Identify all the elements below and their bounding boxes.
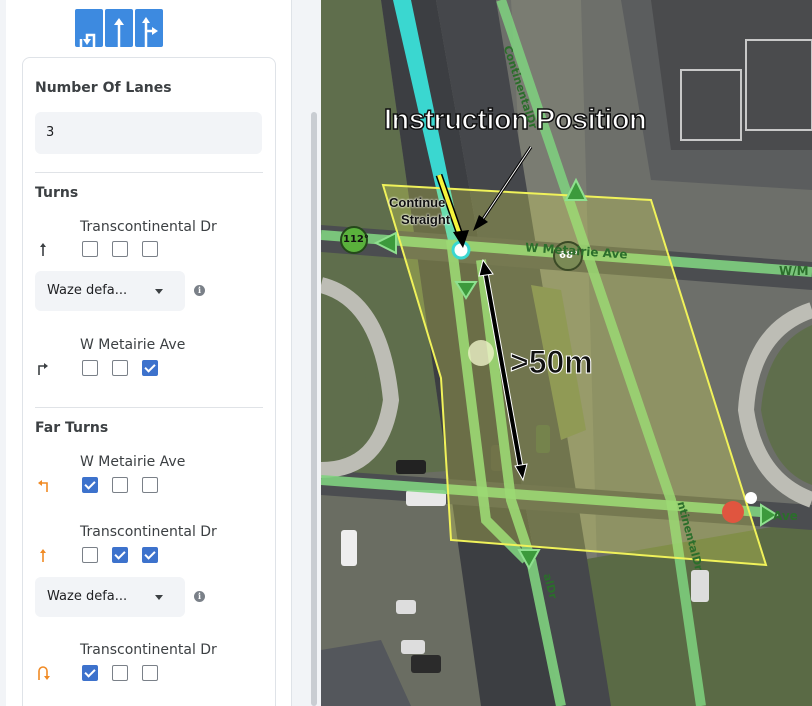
turn-segment-name: W Metairie Ave xyxy=(80,337,186,353)
right-turn-icon xyxy=(38,363,48,375)
far-turn-segment-name: W Metairie Ave xyxy=(80,454,186,470)
uturn-left-lane-icon[interactable] xyxy=(75,9,103,47)
number-of-lanes-label: Number Of Lanes xyxy=(35,80,172,96)
lane-checkbox-2[interactable] xyxy=(112,360,128,376)
continue-label-line1: Continue xyxy=(389,195,446,210)
lane-checkbox-3[interactable] xyxy=(142,547,158,563)
far-turns-label: Far Turns xyxy=(35,420,109,436)
street-label-right: W/M xyxy=(779,264,809,278)
far-turn-segment-name: Transcontinental Dr xyxy=(80,642,217,658)
panel-scrollbar[interactable] xyxy=(311,112,317,706)
lane-checkbox-3[interactable] xyxy=(142,665,158,681)
lane-checkbox-2[interactable] xyxy=(112,665,128,681)
lane-checkbox-1[interactable] xyxy=(82,360,98,376)
lane-checkbox-1[interactable] xyxy=(82,547,98,563)
u-turn-icon xyxy=(38,666,50,680)
left-turn-icon xyxy=(38,480,48,492)
lane-checkbox-2[interactable] xyxy=(112,547,128,563)
map-view[interactable]: Instruction Position Continue Straight >… xyxy=(321,0,812,706)
chevron-down-icon xyxy=(155,289,163,294)
lane-checkbox-3[interactable] xyxy=(142,477,158,493)
lane-checkbox-2[interactable] xyxy=(112,241,128,257)
lane-checkbox-1[interactable] xyxy=(82,665,98,681)
lane-checkbox-3[interactable] xyxy=(142,360,158,376)
divider xyxy=(35,172,263,173)
straight-lane-icon[interactable] xyxy=(105,9,133,47)
lane-checkbox-1[interactable] xyxy=(82,477,98,493)
guidance-select-value: Waze defa... xyxy=(47,283,128,298)
lane-checkbox-1[interactable] xyxy=(82,241,98,257)
lanes-card: Number Of Lanes 3 Turns Transcontinental… xyxy=(22,57,276,706)
turn-segment-name: Transcontinental Dr xyxy=(80,219,217,235)
straight-arrow-icon xyxy=(40,243,46,256)
continue-straight-label: Continue Straight xyxy=(389,194,450,228)
lane-checkbox-2[interactable] xyxy=(112,477,128,493)
number-of-lanes-input[interactable]: 3 xyxy=(35,112,262,154)
guidance-select-value: Waze defa... xyxy=(47,589,128,604)
info-icon[interactable]: i xyxy=(194,591,205,602)
street-label-ave: Ave xyxy=(773,509,798,523)
info-icon[interactable]: i xyxy=(194,285,205,296)
divider xyxy=(35,407,263,408)
continue-label-line2: Straight xyxy=(401,212,451,227)
turns-label: Turns xyxy=(35,185,79,201)
guidance-select[interactable]: Waze defa... xyxy=(35,271,185,311)
lane-guidance-arrows xyxy=(75,9,163,47)
far-turn-segment-name: Transcontinental Dr xyxy=(80,524,217,540)
angle-badge-left: 112° xyxy=(343,234,369,245)
guidance-select[interactable]: Waze defa... xyxy=(35,577,185,617)
side-panel: Number Of Lanes 3 Turns Transcontinental… xyxy=(0,0,321,706)
chevron-down-icon xyxy=(155,595,163,600)
lane-checkbox-3[interactable] xyxy=(142,241,158,257)
distance-label: >50m xyxy=(510,344,594,381)
instruction-position-label: Instruction Position xyxy=(383,103,647,137)
straight-right-lane-icon[interactable] xyxy=(135,9,163,47)
straight-arrow-icon xyxy=(40,549,46,562)
